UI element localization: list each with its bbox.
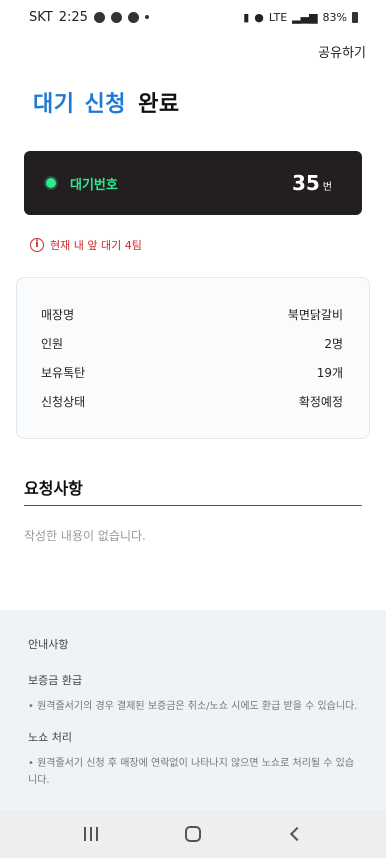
info-value: 2명 (324, 337, 343, 351)
info-label: 인원 (41, 337, 64, 351)
request-empty-text: 작성한 내용이 없습니다. (24, 529, 146, 543)
back-icon (289, 826, 305, 842)
status-dot-icon (46, 178, 56, 188)
app-notification-icon (127, 11, 139, 23)
signal-icon: ▂▄▆ (292, 10, 318, 24)
battery-icon (352, 11, 358, 23)
clock: 2:25 (58, 9, 88, 25)
info-value: 19개 (316, 366, 343, 380)
wait-label-group: 대기번호 (46, 174, 118, 193)
guide-section: 안내사항 보증금 환급 • 원격줄서기의 경우 결제된 보증금은 취소/노쇼 시… (0, 610, 386, 810)
wait-number-card: 대기번호 35 번 (24, 151, 362, 215)
queue-notice-text: 현재 내 앞 대기 4팀 (50, 239, 142, 252)
home-button[interactable] (173, 814, 213, 854)
title-part-complete: 완료 (138, 92, 180, 117)
status-bar: SKT 2:25 ▮ ● LTE ▂▄▆ 83% (0, 0, 386, 34)
title-part-wait: 대기 (33, 92, 75, 117)
home-icon (185, 826, 201, 842)
network-label: LTE (268, 10, 288, 24)
status-left: SKT 2:25 (29, 10, 149, 25)
wait-number-value: 35 (291, 171, 320, 195)
info-label: 보유톡탄 (41, 366, 86, 380)
info-value: 확정예정 (298, 395, 343, 409)
info-label: 신청상태 (41, 395, 86, 409)
recents-icon (84, 827, 98, 841)
chat-notification-icon (110, 11, 122, 23)
wait-number-unit: 번 (322, 182, 332, 193)
request-divider (24, 505, 362, 506)
wait-number-group: 35 번 (292, 171, 332, 195)
info-value: 북면닭갈비 (287, 308, 343, 322)
info-row-store: 매장명 북면닭갈비 (41, 300, 343, 329)
battery-level: 83% (322, 10, 347, 24)
info-icon: i (30, 238, 44, 252)
guide-text-refund: • 원격줄서기의 경우 결제된 보증금은 취소/노쇼 시에도 환급 받을 수 있… (28, 701, 358, 712)
talk-notification-icon (93, 11, 105, 23)
carrier-label: SKT (29, 9, 53, 25)
guide-text-noshow: • 원격줄서기 신청 후 매장에 연락없이 나타나지 않으면 노쇼로 처리될 수… (28, 758, 355, 786)
back-button[interactable] (275, 814, 315, 854)
guide-heading-noshow: 노쇼 처리 (28, 731, 72, 744)
system-nav-bar (0, 810, 386, 858)
location-icon: ● (254, 10, 264, 24)
status-right: ▮ ● LTE ▂▄▆ 83% (243, 11, 358, 24)
wait-number-label: 대기번호 (70, 177, 118, 193)
recents-button[interactable] (71, 814, 111, 854)
queue-notice: i 현재 내 앞 대기 4팀 (30, 237, 142, 253)
guide-title: 안내사항 (28, 638, 69, 651)
guide-heading-refund: 보증금 환급 (28, 674, 83, 687)
share-button[interactable]: 공유하기 (318, 42, 366, 61)
info-row-people: 인원 2명 (41, 329, 343, 358)
reservation-info-card: 매장명 북면닭갈비 인원 2명 보유톡탄 19개 신청상태 확정예정 (16, 277, 370, 439)
vibrate-icon: ▮ (243, 10, 250, 24)
more-notifications-icon (144, 15, 149, 19)
title-part-apply: 신청 (84, 92, 126, 117)
info-label: 매장명 (41, 308, 75, 322)
page-title: 대기 신청 완료 (33, 86, 180, 118)
request-section-title: 요청사항 (24, 479, 83, 498)
info-row-tokens: 보유톡탄 19개 (41, 358, 343, 387)
info-row-status: 신청상태 확정예정 (41, 387, 343, 416)
